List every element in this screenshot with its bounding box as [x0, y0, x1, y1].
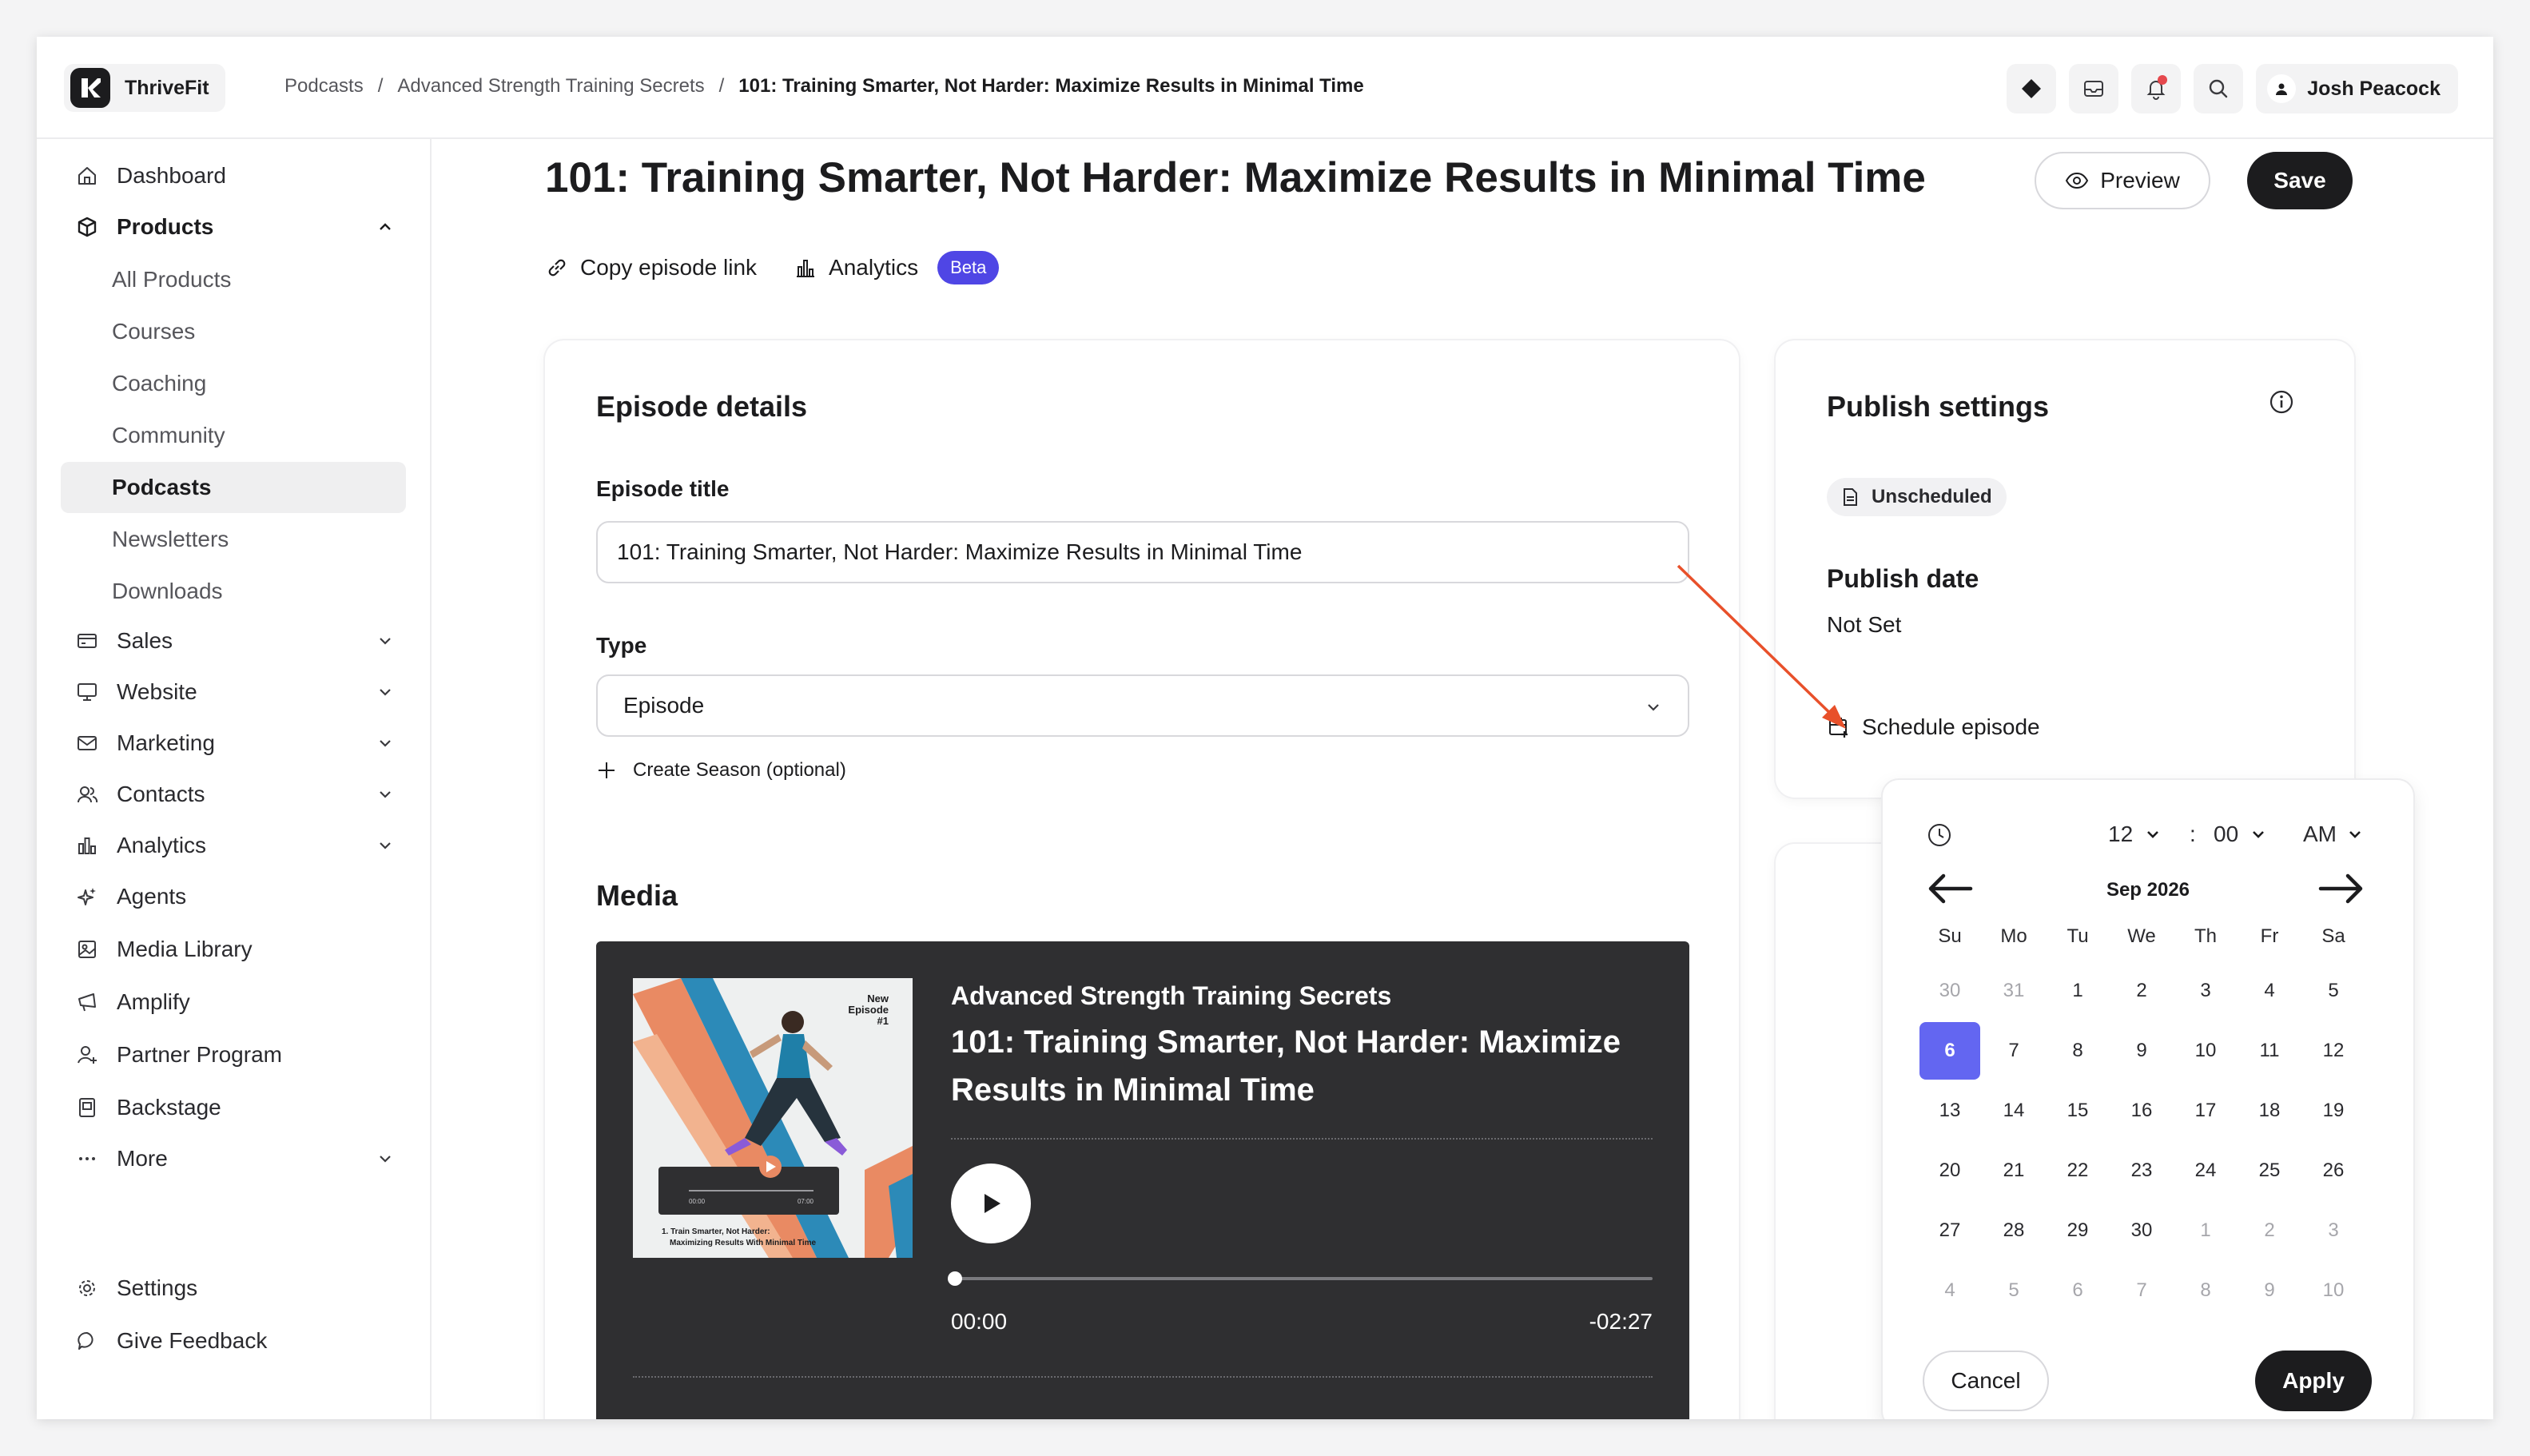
app-window: ThriveFit Podcasts / Advanced Strength T… [37, 37, 2493, 1419]
annotation-arrow [1677, 564, 1846, 729]
